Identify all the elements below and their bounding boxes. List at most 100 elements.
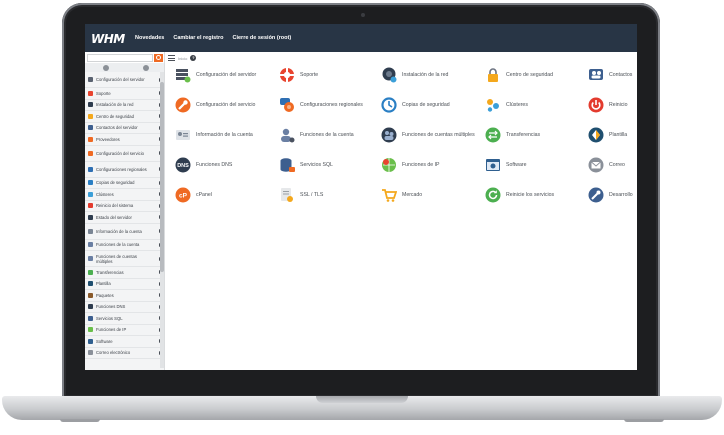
sidebar-item[interactable]: Contactos del servidor: [85, 123, 164, 134]
sidebar-item-label: Funciones de la cuenta: [96, 242, 140, 248]
tile-software[interactable]: Software: [485, 157, 526, 173]
sidebar-item-label: Transferencias: [96, 269, 124, 275]
sidebar-item-label: Funciones de cuentas múltiples: [96, 253, 137, 264]
sidebar-item-icon: [88, 242, 93, 248]
tile-theme[interactable]: Plantilla: [588, 127, 627, 143]
help-icon[interactable]: ?: [190, 55, 197, 61]
sidebar-search-input[interactable]: [87, 54, 153, 62]
sidebar-item[interactable]: Funciones DNS: [85, 302, 164, 313]
tile-label: Contactos: [609, 72, 633, 78]
tile-developer[interactable]: Desarrollo: [588, 187, 633, 203]
tile-contacts[interactable]: Contactos: [588, 67, 632, 83]
tile-transfer[interactable]: Transferencias: [485, 127, 540, 143]
tile-label: Centro de seguridad: [506, 72, 554, 78]
tile-ip-globe[interactable]: Funciones de IP: [381, 157, 440, 173]
sidebar-item-icon: [88, 350, 93, 356]
sidebar-item[interactable]: Copias de seguridad: [85, 178, 164, 189]
expand-all-icon[interactable]: [143, 65, 149, 71]
tile-label: Configuración del servicio: [196, 102, 256, 108]
sidebar-item[interactable]: Funciones de IP: [85, 325, 164, 336]
wrench-icon: [175, 97, 191, 113]
sidebar-item[interactable]: Funciones de la cuenta: [85, 240, 164, 251]
sidebar-item-label: Funciones de IP: [96, 327, 127, 333]
nav-novedades[interactable]: Novedades: [135, 35, 164, 41]
sidebar-item-label: Plantilla: [96, 281, 111, 287]
sidebar-scroll-thumb[interactable]: [160, 82, 164, 272]
sidebar-item-icon: [88, 269, 93, 275]
top-nav: Novedades Cambiar el registro Cierre de …: [135, 35, 291, 41]
tile-users[interactable]: Funciones de cuentas múltiples: [381, 127, 475, 143]
tile-user-gear[interactable]: Funciones de la cuenta: [279, 127, 354, 143]
sidebar-item-icon: [88, 292, 93, 298]
tile-globe-chat[interactable]: Configuraciones regionales: [279, 97, 363, 113]
tile-lock[interactable]: Centro de seguridad: [485, 67, 553, 83]
sidebar-item[interactable]: Paquetes: [85, 290, 164, 302]
tile-label: Configuración del servidor: [196, 72, 257, 78]
tile-id-card[interactable]: Información de la cuenta: [175, 127, 253, 143]
mail-icon: [588, 157, 604, 173]
sidebar-item[interactable]: Proveedores: [85, 134, 164, 146]
sidebar-item-icon: [88, 256, 93, 261]
sidebar-item-label: Soporte: [96, 90, 111, 96]
tile-label: Información de la cuenta: [196, 132, 253, 138]
sidebar-item[interactable]: Configuraciones regionales: [85, 162, 164, 178]
sidebar-item-label: Instalación de la red: [96, 102, 134, 108]
svg-text:DNS: DNS: [177, 163, 189, 169]
sidebar-item[interactable]: Correo electrónico: [85, 348, 164, 359]
contacts-icon: [589, 69, 603, 80]
sidebar-item-icon: [88, 214, 93, 220]
tile-lifebuoy[interactable]: Soporte: [279, 67, 318, 83]
sidebar-item-label: Información de la cuenta: [96, 228, 142, 234]
sidebar-item[interactable]: Configuración del servicio: [85, 146, 164, 162]
sidebar-item[interactable]: Software: [85, 336, 164, 348]
nav-logout[interactable]: Cierre de sesión (root): [233, 35, 292, 41]
nav-change-log[interactable]: Cambiar el registro: [173, 35, 223, 41]
sidebar-item-label: Configuración del servidor: [96, 77, 145, 82]
tile-label: Funciones de cuentas múltiples: [402, 132, 475, 138]
tile-cart[interactable]: Mercado: [381, 187, 422, 203]
tile-dns[interactable]: DNS Funciones DNS: [175, 157, 232, 173]
tile-label: SSL / TLS: [300, 192, 324, 198]
tile-cpanel[interactable]: cP cPanel: [175, 187, 212, 203]
sidebar-item[interactable]: Soporte: [85, 88, 164, 100]
sidebar-item[interactable]: Instalación de la red: [85, 100, 164, 111]
sidebar-item[interactable]: Centro de seguridad: [85, 111, 164, 123]
sidebar-item[interactable]: Información de la cuenta: [85, 224, 164, 240]
menu-icon[interactable]: [168, 55, 175, 61]
tile-certificate[interactable]: SSL / TLS: [279, 187, 323, 203]
camera-dot: [361, 13, 365, 17]
tile-wrench[interactable]: Configuración del servicio: [175, 97, 255, 113]
collapse-all-icon[interactable]: [103, 65, 109, 71]
sidebar-item[interactable]: Funciones de cuentas múltiples: [85, 251, 164, 267]
sidebar-item[interactable]: Reinicio del sistema: [85, 201, 164, 212]
whm-logo[interactable]: WHM: [91, 32, 125, 46]
tile-cluster[interactable]: Clústeres: [485, 97, 528, 113]
sidebar-item[interactable]: Configuración del servidor: [85, 72, 164, 88]
cpanel-icon: cP: [175, 187, 191, 203]
sidebar-item[interactable]: Servicios SQL: [85, 313, 164, 325]
tile-network[interactable]: Instalación de la red: [381, 67, 448, 83]
sidebar-item-icon: [88, 304, 93, 310]
sidebar-item[interactable]: Plantilla: [85, 279, 164, 290]
tile-database[interactable]: Servicios SQL: [279, 157, 333, 173]
database-icon: [280, 158, 295, 172]
tile-label: Funciones de la cuenta: [300, 132, 354, 138]
tile-restart[interactable]: Reinicie los servicios: [485, 187, 554, 203]
backup-icon: [381, 97, 397, 113]
tile-backup[interactable]: Copias de seguridad: [381, 97, 450, 113]
lock-icon: [488, 68, 498, 82]
main-content: Inicio ? Configuración del servidor Sopor…: [165, 52, 637, 370]
tile-power[interactable]: Reinicio: [588, 97, 627, 113]
sidebar-item[interactable]: Clústeres: [85, 189, 164, 201]
sidebar-item[interactable]: Estado del servidor: [85, 212, 164, 224]
sidebar-scrollbar[interactable]: [160, 72, 164, 368]
tile-label: Reinicio: [609, 102, 628, 108]
sidebar-item[interactable]: Transferencias: [85, 267, 164, 279]
tile-label: Funciones de IP: [402, 162, 440, 168]
tile-server-config[interactable]: Configuración del servidor: [175, 67, 256, 83]
tile-mail[interactable]: Correo: [588, 157, 625, 173]
breadcrumb-home[interactable]: Inicio: [178, 56, 187, 61]
cart-icon: [382, 189, 397, 202]
tile-label: Configuraciones regionales: [300, 102, 363, 108]
search-icon[interactable]: [154, 54, 163, 62]
